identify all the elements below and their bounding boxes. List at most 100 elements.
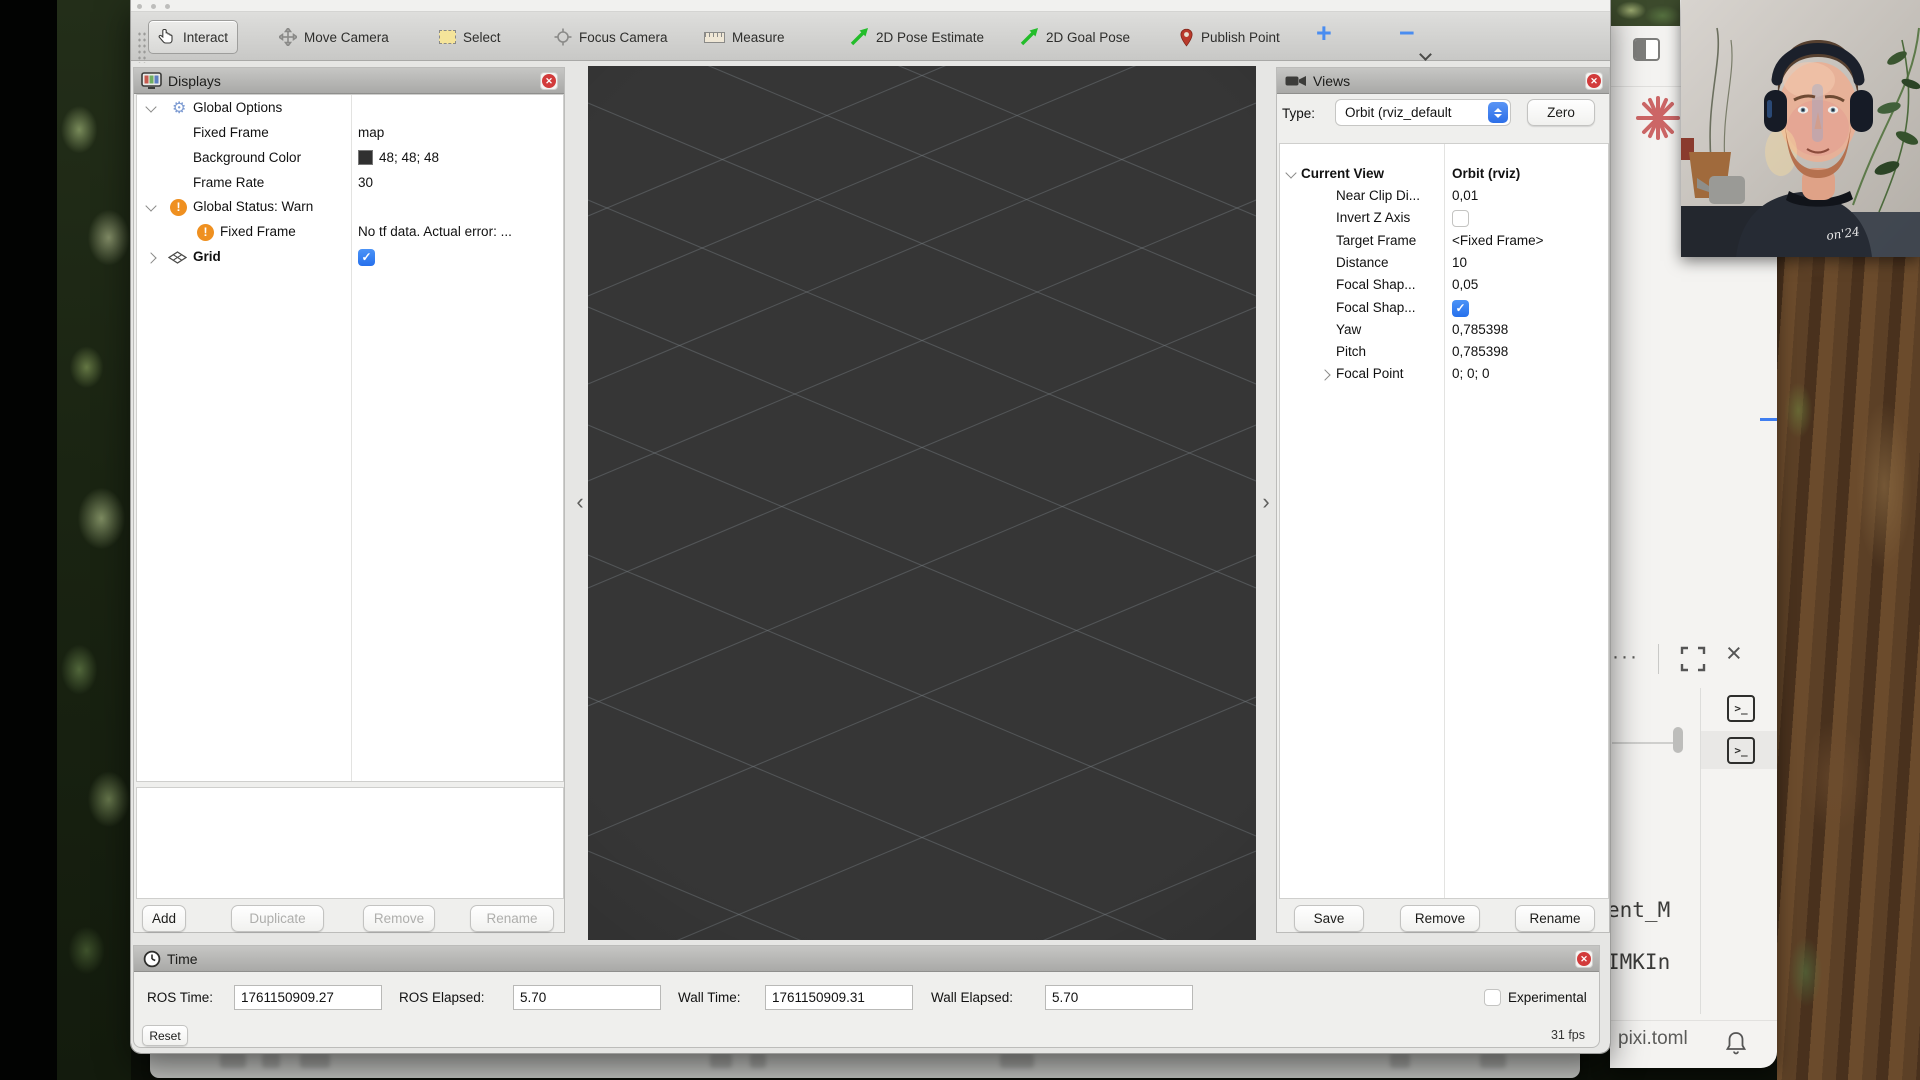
tree-value[interactable]: 0,785398 — [1452, 322, 1508, 337]
tree-label[interactable]: Focal Shap... — [1336, 300, 1416, 315]
tree-value[interactable]: map — [358, 125, 384, 140]
remove-view-button[interactable]: Remove — [1400, 905, 1480, 932]
tool-focus-camera[interactable]: Focus Camera — [545, 20, 677, 54]
blurred-icon — [220, 1053, 246, 1068]
tree-value[interactable]: No tf data. Actual error: ... — [358, 224, 512, 239]
tree-label[interactable]: Focal Shap... — [1336, 277, 1416, 292]
panel-collapse-right-handle[interactable]: › — [1258, 486, 1274, 518]
tree-label[interactable]: Near Clip Di... — [1336, 188, 1420, 203]
grid-enabled-checkbox[interactable]: ✓ — [358, 249, 375, 266]
chevron-down-icon[interactable] — [145, 101, 156, 112]
reset-button[interactable]: Reset — [142, 1025, 188, 1046]
tree-label[interactable]: Focal Point — [1336, 366, 1404, 381]
tree-label[interactable]: Pitch — [1336, 344, 1366, 359]
tree-label[interactable]: Global Options — [193, 100, 282, 115]
webcam-overlay: on'24 — [1681, 0, 1920, 257]
experimental-checkbox[interactable] — [1484, 989, 1501, 1006]
tree-value[interactable]: <Fixed Frame> — [1452, 233, 1544, 248]
tool-measure[interactable]: Measure — [695, 20, 794, 54]
tree-label[interactable]: Grid — [193, 249, 221, 264]
panel-collapse-left-handle[interactable]: ‹ — [572, 486, 588, 518]
tree-label[interactable]: Current View — [1301, 166, 1384, 181]
toolbar-drag-handle[interactable] — [137, 31, 146, 63]
tool-publish-point[interactable]: Publish Point — [1170, 20, 1289, 54]
ground-grid — [588, 66, 1256, 940]
tree-label[interactable]: Global Status: Warn — [193, 199, 313, 214]
tree-value[interactable]: 0,785398 — [1452, 344, 1508, 359]
maximize-icon[interactable] — [1680, 646, 1706, 672]
tree-value[interactable]: 0,01 — [1452, 188, 1478, 203]
tree-label[interactable]: Background Color — [193, 150, 301, 165]
zero-button[interactable]: Zero — [1527, 99, 1595, 126]
blurred-icon — [750, 1053, 766, 1068]
tree-label[interactable]: Invert Z Axis — [1336, 210, 1410, 225]
tree-label[interactable]: Frame Rate — [193, 175, 264, 190]
chevron-down-icon[interactable] — [145, 200, 156, 211]
tool-2d-pose-estimate[interactable]: 2D Pose Estimate — [840, 20, 993, 54]
divider — [1658, 644, 1659, 674]
tool-2d-goal-pose[interactable]: 2D Goal Pose — [1010, 20, 1139, 54]
tree-label[interactable]: Distance — [1336, 255, 1389, 270]
starburst-icon[interactable] — [1634, 94, 1682, 142]
tree-label[interactable]: Yaw — [1336, 322, 1361, 337]
desktop: ··· × >_ >_ ent_M IMKIn pixi.toml — [0, 0, 1920, 1080]
hand-pointer-icon — [158, 28, 176, 46]
tree-value[interactable]: 10 — [1452, 255, 1467, 270]
tree-value[interactable]: 48; 48; 48 — [358, 150, 439, 165]
invert-z-checkbox[interactable] — [1452, 210, 1469, 227]
time-panel-titlebar[interactable]: Time ✕ — [134, 946, 1599, 972]
duplicate-display-button[interactable]: Duplicate — [231, 905, 324, 932]
chevron-down-icon[interactable] — [1285, 167, 1296, 178]
warning-icon: ! — [197, 224, 214, 241]
ros-elapsed-input[interactable] — [513, 985, 661, 1010]
save-view-button[interactable]: Save — [1294, 905, 1364, 932]
tool-move-camera[interactable]: Move Camera — [270, 20, 398, 54]
status-bar-filename[interactable]: pixi.toml — [1618, 1028, 1688, 1050]
wall-time-input[interactable] — [765, 985, 913, 1010]
add-tool-button[interactable]: + — [1316, 18, 1332, 49]
add-display-button[interactable]: Add — [142, 905, 186, 932]
chevron-down-icon[interactable] — [1419, 48, 1432, 61]
displays-close-button[interactable]: ✕ — [540, 72, 558, 90]
rename-view-button[interactable]: Rename — [1515, 905, 1595, 932]
tool-label: Measure — [732, 30, 785, 45]
view-row-focal-shape-fixed: Focal Shap... ✓ — [1279, 297, 1609, 321]
tree-label[interactable]: Fixed Frame — [193, 125, 269, 140]
close-icon[interactable]: × — [1726, 638, 1742, 669]
rename-display-button[interactable]: Rename — [470, 905, 554, 932]
time-close-button[interactable]: ✕ — [1575, 950, 1593, 968]
terminal-icon[interactable]: >_ — [1727, 737, 1755, 764]
tool-select[interactable]: Select — [430, 20, 510, 54]
tree-value[interactable]: 0,05 — [1452, 277, 1478, 292]
displays-panel-titlebar[interactable]: Displays ✕ — [134, 68, 564, 94]
experimental-label: Experimental — [1508, 990, 1587, 1005]
view-type-dropdown[interactable]: Orbit (rviz_default — [1335, 99, 1511, 126]
tree-label[interactable]: Fixed Frame — [220, 224, 296, 239]
window-titlebar[interactable] — [131, 0, 1610, 12]
tree-value[interactable]: Orbit (rviz) — [1452, 166, 1520, 181]
displays-panel-title: Displays — [168, 73, 221, 89]
tree-value[interactable]: 30 — [358, 175, 373, 190]
blurred-icon — [1390, 1053, 1410, 1068]
terminal-icon[interactable]: >_ — [1727, 695, 1755, 722]
3d-viewport[interactable] — [588, 66, 1256, 940]
tree-label[interactable]: Target Frame — [1336, 233, 1416, 248]
wallpaper-black-strip — [0, 0, 57, 1080]
remove-tool-button[interactable]: − — [1399, 18, 1415, 49]
split-view-icon[interactable] — [1633, 38, 1660, 61]
chevron-right-icon[interactable] — [145, 252, 156, 263]
chevron-right-icon[interactable] — [1319, 369, 1330, 380]
scrollbar-thumb[interactable] — [1673, 727, 1683, 753]
remove-display-button[interactable]: Remove — [363, 905, 435, 932]
focal-shape-checkbox[interactable]: ✓ — [1452, 300, 1469, 317]
tree-row-global-status: ! Global Status: Warn — [136, 196, 564, 220]
blue-divider-handle[interactable] — [1760, 418, 1777, 421]
more-actions-icon[interactable]: ··· — [1612, 645, 1639, 669]
views-panel-titlebar[interactable]: Views ✕ — [1277, 68, 1609, 94]
views-close-button[interactable]: ✕ — [1585, 72, 1603, 90]
tree-value[interactable]: 0; 0; 0 — [1452, 366, 1490, 381]
ros-time-input[interactable] — [234, 985, 382, 1010]
wall-elapsed-input[interactable] — [1045, 985, 1193, 1010]
bell-icon[interactable] — [1724, 1030, 1748, 1056]
tool-interact[interactable]: Interact — [148, 20, 238, 54]
